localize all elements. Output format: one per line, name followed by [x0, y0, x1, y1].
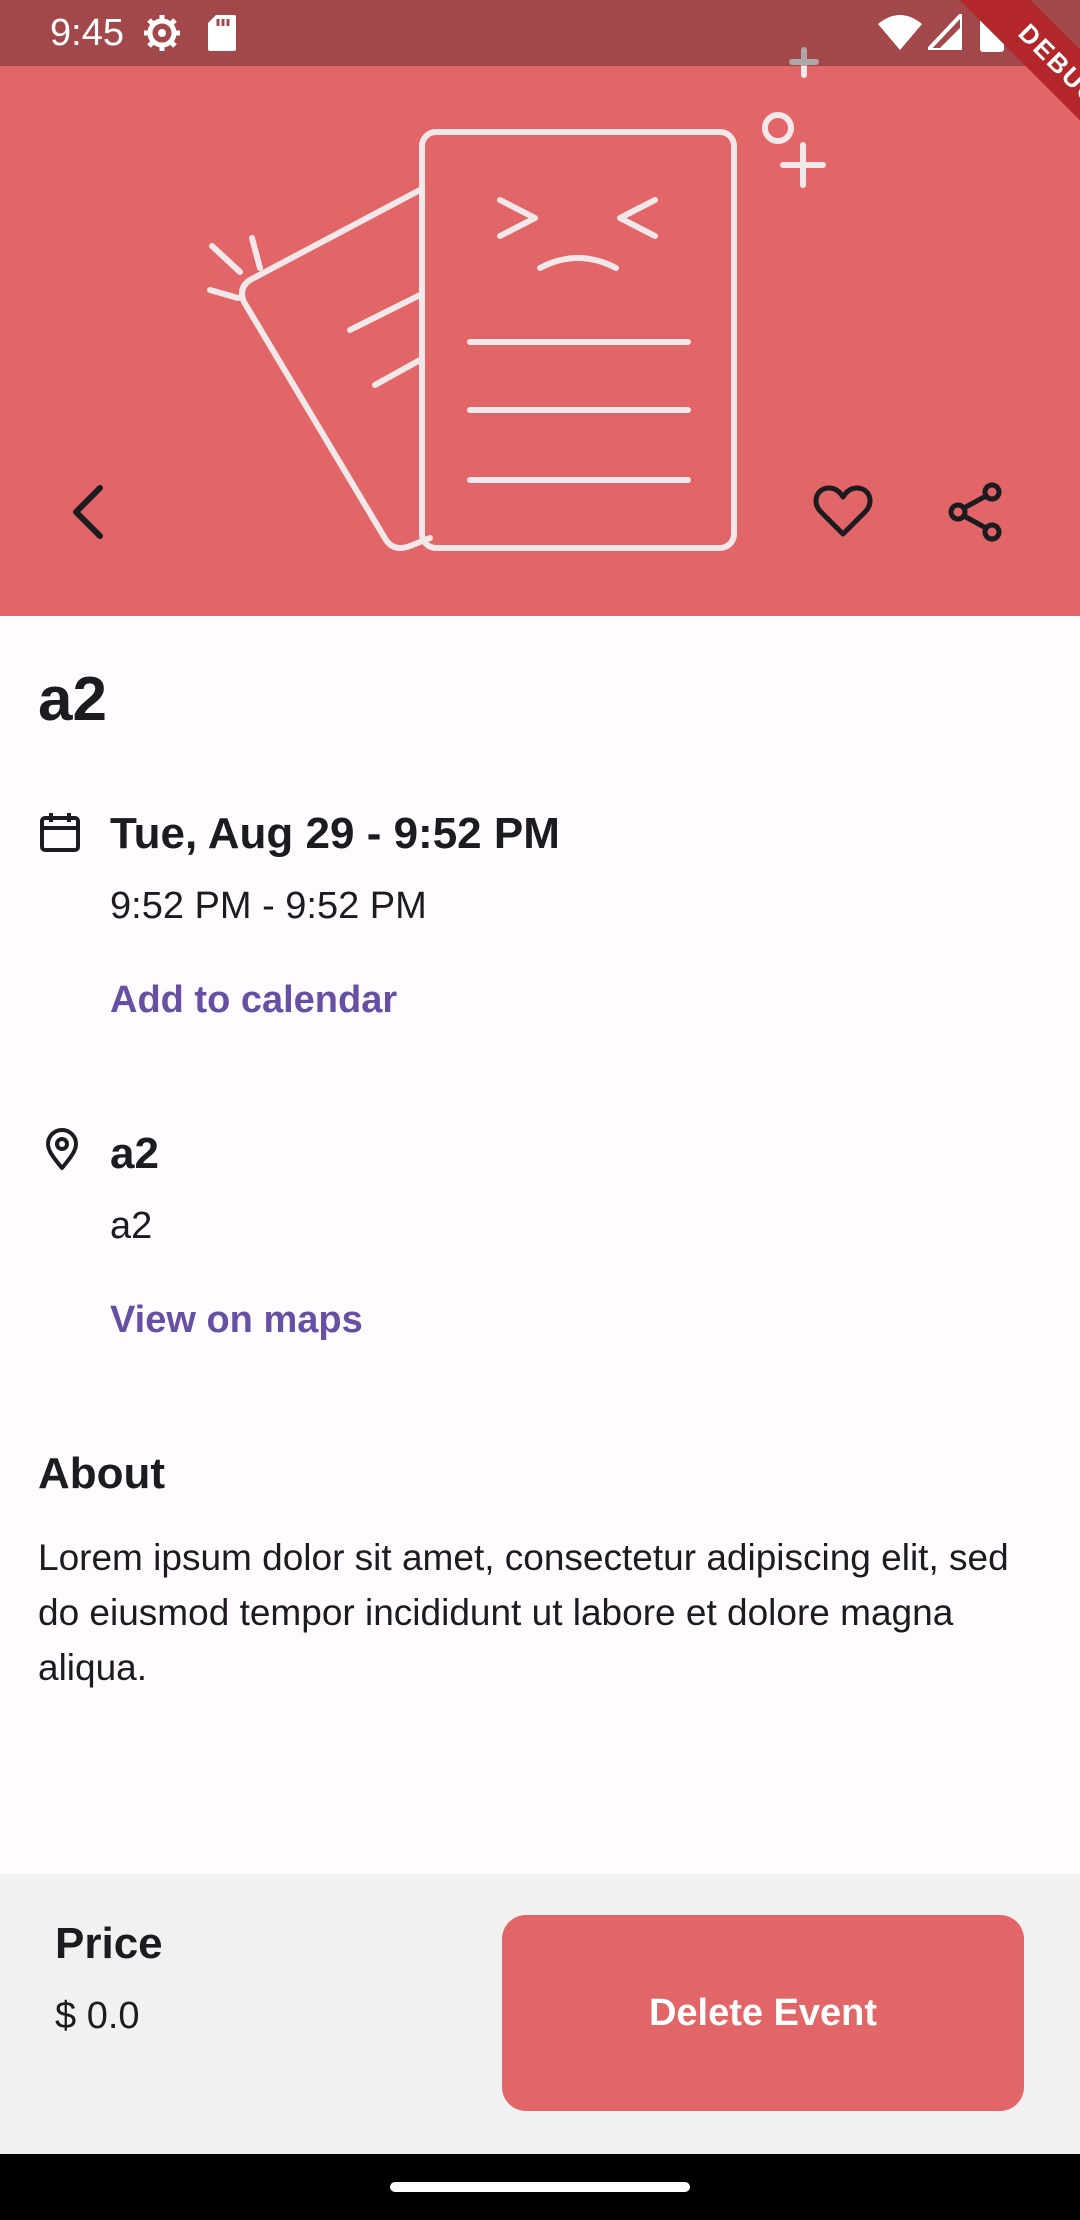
about-description: Lorem ipsum dolor sit amet, consectetur …: [38, 1537, 1009, 1688]
location-address: a2: [110, 1205, 153, 1247]
delete-event-button[interactable]: Delete Event: [502, 1915, 1024, 2111]
event-time-range: 9:52 PM - 9:52 PM: [110, 885, 427, 927]
chevron-left-icon: [73, 485, 103, 539]
view-on-maps-link[interactable]: View on maps: [110, 1292, 363, 1348]
add-to-calendar-link[interactable]: Add to calendar: [110, 972, 397, 1028]
sd-card-icon: [208, 15, 236, 51]
settings-gear-icon: [144, 15, 180, 51]
wifi-icon: [878, 15, 922, 50]
status-time: 9:45: [50, 12, 124, 54]
calendar-icon: [40, 813, 80, 852]
home-indicator[interactable]: [390, 2182, 690, 2192]
map-pin-icon: [46, 1128, 78, 1170]
share-button[interactable]: [936, 472, 1016, 552]
empty-document-illustration: [207, 47, 826, 551]
price-value: $ 0.0: [55, 1995, 140, 2037]
share-icon: [948, 482, 1002, 542]
event-title: a2: [38, 665, 107, 734]
favorite-button[interactable]: [803, 472, 883, 552]
heart-outline-icon: [813, 485, 873, 537]
event-date: Tue, Aug 29 - 9:52 PM: [110, 809, 560, 858]
price-label: Price: [55, 1919, 163, 1968]
cell-signal-icon: [928, 14, 962, 50]
location-name: a2: [110, 1129, 159, 1178]
back-button[interactable]: [48, 472, 128, 552]
about-heading: About: [38, 1449, 166, 1498]
event-header-image: [0, 0, 1080, 616]
